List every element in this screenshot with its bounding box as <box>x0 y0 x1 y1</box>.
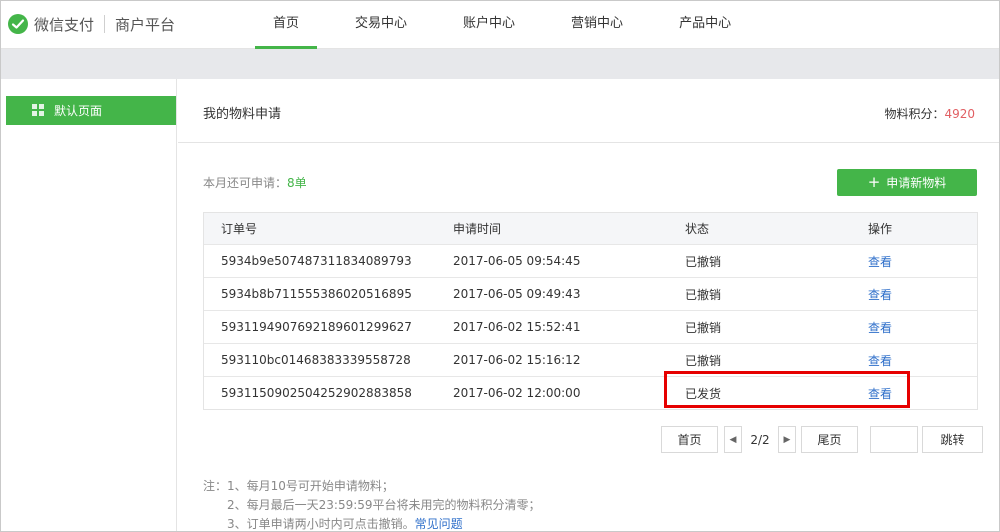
prev-page-button[interactable]: ◀ <box>724 426 742 453</box>
pagination: 首页 ◀ 2/2 ▶ 尾页 跳转 <box>661 426 983 453</box>
page-indicator: 2/2 <box>750 432 770 447</box>
apply-time: 2017-06-02 12:00:00 <box>453 386 581 400</box>
apply-time: 2017-06-05 09:54:45 <box>453 254 581 268</box>
apply-time: 2017-06-05 09:49:43 <box>453 287 581 301</box>
note-line-1: 注：1、每月10号可开始申请物料； <box>203 479 394 493</box>
table-row: 5931150902504252902883858 2017-06-02 12:… <box>204 376 977 409</box>
page-title: 我的物料申请 <box>203 107 282 122</box>
remain-value: 8单 <box>287 176 307 190</box>
table-row: 5934b8b711555386020516895 2017-06-05 09:… <box>204 277 977 310</box>
orders-table: 订单号 申请时间 状态 操作 5934b9e507487311834089793… <box>203 212 978 410</box>
page-frame: 微信支付 商户平台 首页 交易中心 账户中心 营销中心 产品中心 默认页面 我的… <box>0 0 1000 532</box>
table-row: 5931194907692189601299627 2017-06-02 15:… <box>204 310 977 343</box>
faq-link[interactable]: 常见问题 <box>415 517 463 531</box>
header-action: 操作 <box>868 222 893 236</box>
points-value: 4920 <box>944 107 975 121</box>
action-cell: 查看 <box>851 352 977 369</box>
action-cell: 查看 <box>851 385 977 402</box>
page-number-input[interactable] <box>870 426 918 453</box>
sidebar-item-default-page[interactable]: 默认页面 <box>6 96 176 125</box>
plus-icon: + <box>867 173 881 191</box>
table-row: 593110bc01468383339558728 2017-06-02 15:… <box>204 343 977 376</box>
nav-account[interactable]: 账户中心 <box>445 1 533 49</box>
view-link[interactable]: 查看 <box>868 354 892 368</box>
nav-marketing[interactable]: 营销中心 <box>553 1 641 49</box>
sidebar-item-label: 默认页面 <box>54 104 103 118</box>
notes: 注：1、每月10号可开始申请物料； 2、每月最后一天23:59:59平台将未用完… <box>203 477 541 531</box>
material-points: 物料积分：4920 <box>884 105 975 122</box>
header-apply-time: 申请时间 <box>453 222 502 236</box>
order-id: 593110bc01468383339558728 <box>221 353 411 367</box>
order-id: 5934b8b711555386020516895 <box>221 287 412 301</box>
note-line-3-text: 3、订单申请两小时内可点击撤销。 <box>227 517 415 531</box>
caret-right-icon: ▶ <box>783 434 791 445</box>
nav-home[interactable]: 首页 <box>255 1 318 49</box>
action-cell: 查看 <box>851 286 977 303</box>
points-label: 物料积分： <box>884 107 945 121</box>
wechat-pay-icon <box>8 14 28 34</box>
action-cell: 查看 <box>851 319 977 336</box>
view-link[interactable]: 查看 <box>868 255 892 269</box>
nav-trade[interactable]: 交易中心 <box>337 1 425 49</box>
view-link[interactable]: 查看 <box>868 387 892 401</box>
top-header: 微信支付 商户平台 首页 交易中心 账户中心 营销中心 产品中心 <box>1 1 999 49</box>
main-content: 我的物料申请 物料积分：4920 本月还可申请：8单 + 申请新物料 订单号 申… <box>178 79 999 531</box>
order-id: 5934b9e507487311834089793 <box>221 254 412 268</box>
table-header-row: 订单号 申请时间 状态 操作 <box>204 213 977 244</box>
apply-time: 2017-06-02 15:16:12 <box>453 353 581 367</box>
main-nav: 首页 交易中心 账户中心 营销中心 产品中心 <box>255 1 769 49</box>
header-status: 状态 <box>685 222 710 236</box>
order-status: 已撤销 <box>685 287 722 302</box>
order-status: 已撤销 <box>685 254 722 269</box>
last-page-button[interactable]: 尾页 <box>801 426 858 453</box>
remain-label: 本月还可申请： <box>203 176 288 190</box>
brand-sub: 商户平台 <box>115 15 176 34</box>
grid-icon <box>32 104 44 116</box>
order-id: 5931194907692189601299627 <box>221 320 412 334</box>
jump-button[interactable]: 跳转 <box>922 426 983 453</box>
header-order-id: 订单号 <box>221 222 258 236</box>
note-line-2: 2、每月最后一天23:59:59平台将未用完的物料积分清零； <box>227 498 541 512</box>
order-status: 已发货 <box>685 386 722 401</box>
sidebar: 默认页面 <box>4 79 177 531</box>
order-id: 5931150902504252902883858 <box>221 386 412 400</box>
next-page-button[interactable]: ▶ <box>778 426 796 453</box>
action-cell: 查看 <box>851 253 977 270</box>
brand-name: 微信支付 <box>34 15 95 34</box>
caret-left-icon: ◀ <box>729 434 737 445</box>
apply-time: 2017-06-02 15:52:41 <box>453 320 581 334</box>
brand-divider <box>104 15 106 33</box>
grey-band <box>1 49 999 79</box>
brand-logo[interactable]: 微信支付 商户平台 <box>7 11 175 37</box>
order-status: 已撤销 <box>685 353 722 368</box>
table-row: 5934b9e507487311834089793 2017-06-05 09:… <box>204 244 977 277</box>
view-link[interactable]: 查看 <box>868 321 892 335</box>
order-status: 已撤销 <box>685 320 722 335</box>
main-header: 我的物料申请 物料积分：4920 <box>178 79 999 143</box>
view-link[interactable]: 查看 <box>868 288 892 302</box>
note-line-3: 3、订单申请两小时内可点击撤销。常见问题 <box>203 515 541 531</box>
first-page-button[interactable]: 首页 <box>661 426 718 453</box>
remaining-quota: 本月还可申请：8单 <box>203 174 307 191</box>
nav-product[interactable]: 产品中心 <box>661 1 749 49</box>
apply-button-label: 申请新物料 <box>886 176 947 190</box>
apply-new-material-button[interactable]: + 申请新物料 <box>837 169 977 196</box>
